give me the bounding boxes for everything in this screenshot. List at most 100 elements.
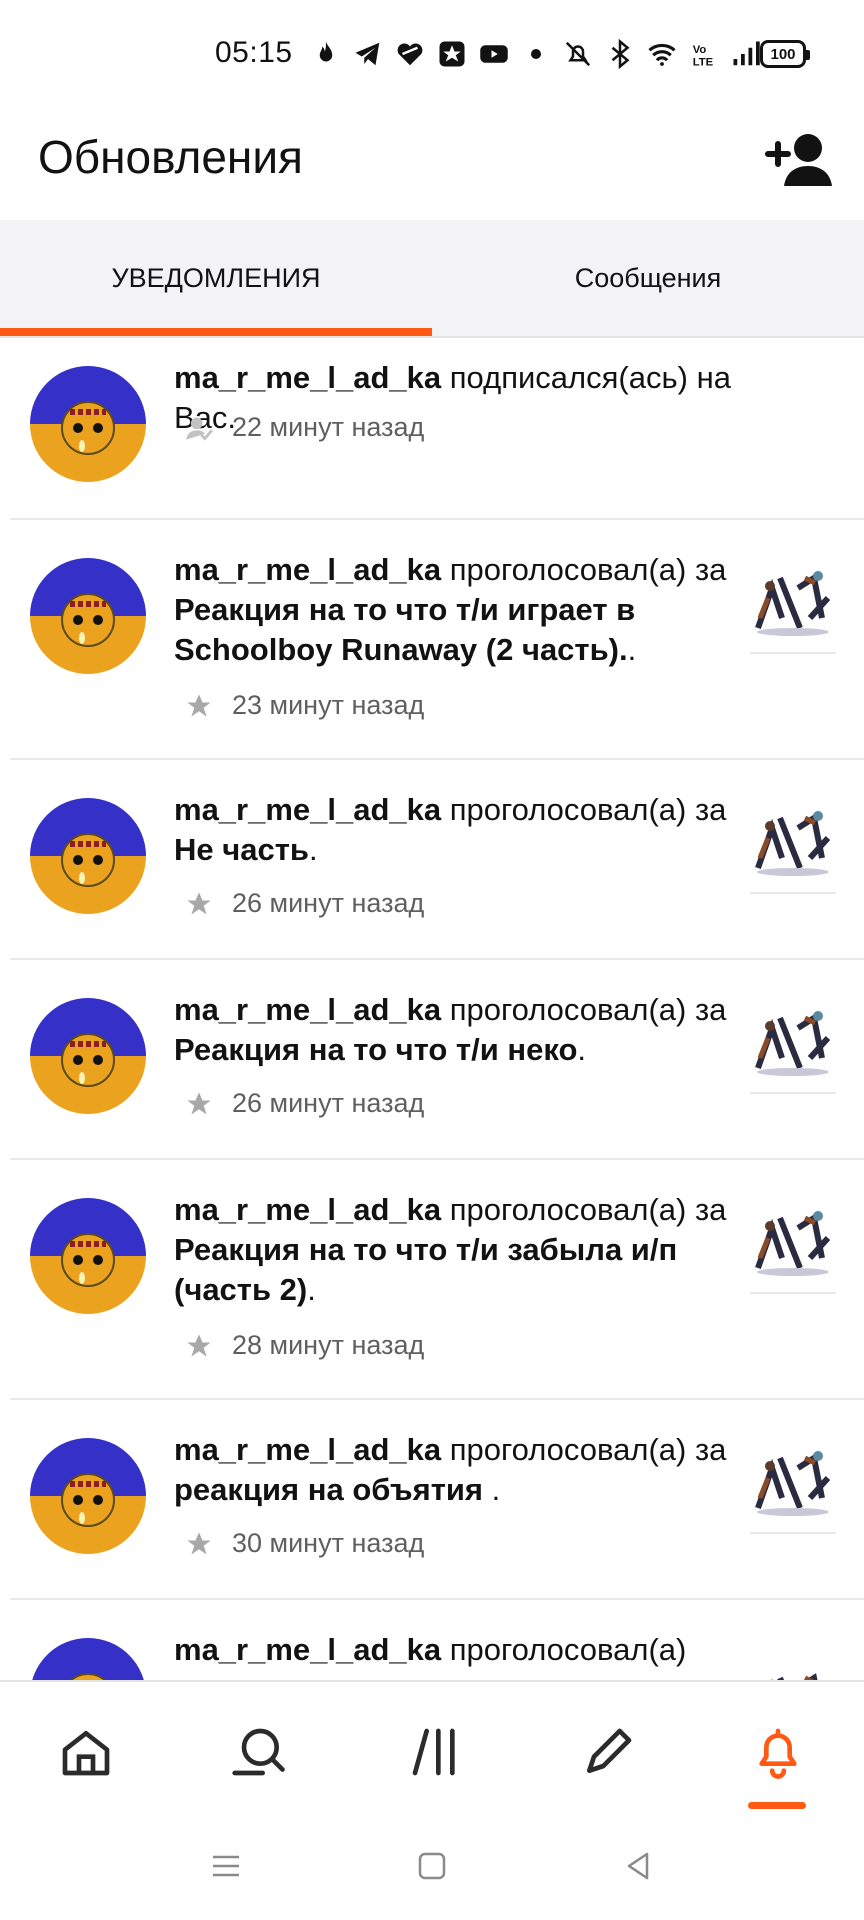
action-text: проголосовал(а) за: [441, 792, 727, 827]
library-icon: [412, 1728, 455, 1776]
notification-text: ma_r_me_l_ad_ka проголосовал(а) за Не ча…: [174, 790, 739, 870]
timestamp: 26 минут назад: [232, 1088, 425, 1118]
story-cover[interactable]: [750, 558, 836, 654]
star-icon: [184, 1331, 214, 1361]
notification-meta: 30 минут назад: [184, 1528, 424, 1559]
notification-feed[interactable]: ma_r_me_l_ad_ka подписался(ась) на Вас. …: [0, 338, 864, 1680]
notification-item[interactable]: ma_r_me_l_ad_ka проголосовал(а): [10, 1600, 864, 1680]
active-tab-indicator: [748, 1802, 806, 1809]
home-icon: [62, 1731, 110, 1776]
title-suffix: .: [577, 1032, 587, 1067]
username[interactable]: ma_r_me_l_ad_ka: [174, 1632, 441, 1667]
timestamp: 30 минут назад: [232, 1528, 425, 1558]
notification-item[interactable]: ma_r_me_l_ad_ka проголосовал(а) за Не ча…: [10, 760, 864, 960]
title-suffix: .: [307, 1272, 316, 1307]
story-cover[interactable]: [750, 998, 836, 1094]
dot-icon: [520, 38, 552, 70]
app-header: Обновления: [0, 110, 864, 220]
avatar[interactable]: [30, 1638, 146, 1680]
story-cover[interactable]: [750, 1198, 836, 1294]
home-square-icon: [418, 1852, 446, 1880]
username[interactable]: ma_r_me_l_ad_ka: [174, 360, 441, 395]
add-user-button[interactable]: [764, 128, 836, 192]
back-icon: [627, 1852, 649, 1880]
notification-meta: 26 минут назад: [184, 888, 424, 919]
story-cover[interactable]: [750, 1438, 836, 1534]
nav-search[interactable]: [228, 1722, 288, 1782]
telegram-icon: [352, 38, 384, 70]
timestamp: 26 минут назад: [232, 888, 425, 918]
username[interactable]: ma_r_me_l_ad_ka: [174, 1192, 441, 1227]
avatar-image: [30, 798, 146, 914]
status-icons: Vo LTE: [310, 36, 762, 72]
youtube-icon: [478, 38, 510, 70]
notification-item[interactable]: ma_r_me_l_ad_ka проголосовал(а) за реакц…: [10, 1400, 864, 1600]
username[interactable]: ma_r_me_l_ad_ka: [174, 552, 441, 587]
story-cover-image: [750, 798, 836, 878]
notification-meta: 26 минут назад: [184, 1088, 424, 1119]
nav-home[interactable]: [56, 1722, 116, 1782]
story-title[interactable]: Реакция на то что т/и неко: [174, 1032, 577, 1067]
page-title: Обновления: [38, 131, 303, 183]
bell-off-icon: [562, 38, 594, 70]
notification-item[interactable]: ma_r_me_l_ad_ka подписался(ась) на Вас. …: [10, 338, 864, 520]
story-cover-image: [750, 1198, 836, 1278]
add-user-icon: [765, 134, 832, 186]
story-title[interactable]: реакция на объятия: [174, 1472, 492, 1507]
battery-indicator: 100: [760, 40, 810, 68]
avatar-image: [30, 558, 146, 674]
flame-icon: [310, 38, 342, 70]
system-home-button[interactable]: [412, 1846, 452, 1886]
star-icon: [184, 691, 214, 721]
tab-notifications[interactable]: УВЕДОМЛЕНИЯ: [0, 220, 432, 336]
avatar[interactable]: [30, 998, 146, 1114]
story-cover[interactable]: [750, 798, 836, 894]
tab-messages[interactable]: Сообщения: [432, 220, 864, 336]
story-title[interactable]: Реакция на то что т/и забыла и/п (часть …: [174, 1232, 677, 1307]
avatar-image: [30, 366, 146, 482]
notification-text: ma_r_me_l_ad_ka проголосовал(а) за Реакц…: [174, 990, 739, 1070]
nav-notifications[interactable]: [748, 1722, 808, 1782]
action-text: проголосовал(а) за: [441, 1432, 727, 1467]
notification-item[interactable]: ma_r_me_l_ad_ka проголосовал(а) за Реакц…: [10, 1160, 864, 1400]
system-menu-button[interactable]: [206, 1846, 246, 1886]
avatar[interactable]: [30, 558, 146, 674]
avatar-image: [30, 1438, 146, 1554]
title-suffix: .: [627, 632, 637, 667]
star-icon: [184, 1529, 214, 1559]
signal-icon: [730, 38, 762, 70]
notification-text: ma_r_me_l_ad_ka проголосовал(а) за Реакц…: [174, 550, 739, 670]
volte-icon: Vo LTE: [688, 38, 720, 70]
notification-text: ma_r_me_l_ad_ka проголосовал(а): [174, 1630, 739, 1670]
bluetooth-icon: [604, 38, 636, 70]
username[interactable]: ma_r_me_l_ad_ka: [174, 792, 441, 827]
notification-text: ma_r_me_l_ad_ka проголосовал(а) за Реакц…: [174, 1190, 739, 1310]
avatar[interactable]: [30, 1438, 146, 1554]
story-title[interactable]: Реакция на то что т/и играет в Schoolboy…: [174, 592, 635, 667]
story-title[interactable]: Не часть: [174, 832, 309, 867]
story-cover-image: [750, 558, 836, 638]
timestamp: 23 минут назад: [232, 690, 425, 720]
svg-text:Vo: Vo: [693, 44, 707, 56]
avatar[interactable]: [30, 366, 146, 482]
username[interactable]: ma_r_me_l_ad_ka: [174, 992, 441, 1027]
notification-item[interactable]: ma_r_me_l_ad_ka проголосовал(а) за Реакц…: [10, 960, 864, 1160]
avatar[interactable]: [30, 798, 146, 914]
avatar[interactable]: [30, 1198, 146, 1314]
nav-write[interactable]: [578, 1722, 638, 1782]
notification-text: ma_r_me_l_ad_ka проголосовал(а) за реакц…: [174, 1430, 739, 1510]
nav-library[interactable]: [406, 1722, 466, 1782]
timestamp: 22 минут назад: [232, 412, 425, 442]
star-icon: [184, 1089, 214, 1119]
notification-meta: 28 минут назад: [184, 1330, 424, 1361]
notification-item[interactable]: ma_r_me_l_ad_ka проголосовал(а) за Реакц…: [10, 520, 864, 760]
system-back-button[interactable]: [618, 1846, 658, 1886]
story-cover-image: [750, 1438, 836, 1518]
story-cover-image: [750, 998, 836, 1078]
story-cover[interactable]: [750, 1658, 836, 1680]
action-text: проголосовал(а) за: [441, 992, 727, 1027]
title-suffix: .: [491, 1472, 501, 1507]
username[interactable]: ma_r_me_l_ad_ka: [174, 1432, 441, 1467]
status-bar: 05:15 Vo LTE 100: [0, 0, 864, 110]
tab-bar: УВЕДОМЛЕНИЯ Сообщения: [0, 220, 864, 336]
